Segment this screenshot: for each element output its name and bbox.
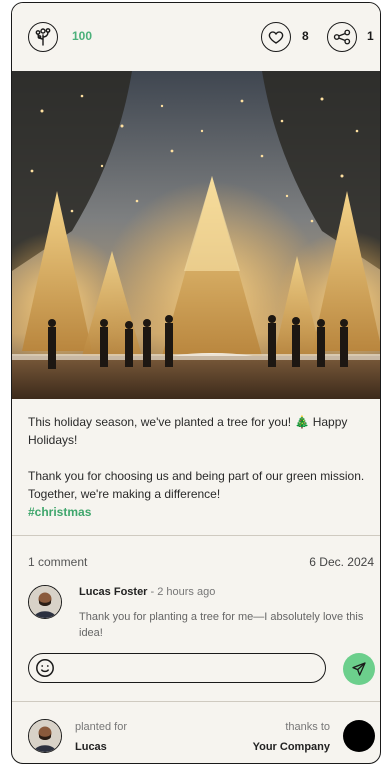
post-text-line1: This holiday season, we've planted a tre… (28, 415, 348, 447)
tree-icon (35, 28, 51, 46)
post-date: 6 Dec. 2024 (309, 555, 374, 569)
comment-author-line: Lucas Foster - 2 hours ago (79, 586, 215, 598)
avatar[interactable] (28, 585, 62, 619)
planted-for-name[interactable]: Lucas (75, 741, 107, 753)
company-logo[interactable] (343, 720, 375, 752)
trees-planted-count: 100 (72, 29, 93, 43)
thanks-to-label: thanks to (285, 721, 330, 733)
divider (12, 535, 380, 536)
share-count: 1 (367, 29, 374, 43)
post-card: 100 8 1 This holiday season, we've plant… (11, 2, 381, 764)
comment-text: Thank you for planting a tree for me—I a… (79, 611, 364, 639)
comment-count[interactable]: 1 comment (28, 555, 87, 569)
company-name[interactable]: Your Company (253, 741, 330, 753)
send-icon (352, 662, 366, 676)
comment-input[interactable] (28, 653, 326, 683)
hashtag-link[interactable]: #christmas (28, 503, 368, 521)
planted-for-label: planted for (75, 721, 127, 733)
post-header: 100 8 1 (12, 3, 380, 72)
post-caption: This holiday season, we've planted a tre… (28, 413, 368, 521)
post-image (12, 71, 380, 399)
like-count: 8 (302, 29, 309, 43)
share-button[interactable] (327, 22, 357, 52)
comment-time: - 2 hours ago (147, 586, 216, 598)
post-text-line2: Thank you for choosing us and being part… (28, 469, 365, 501)
avatar[interactable] (28, 719, 62, 753)
heart-icon (268, 31, 284, 44)
send-button[interactable] (343, 653, 375, 685)
tree-button[interactable] (28, 22, 58, 52)
like-button[interactable] (261, 22, 291, 52)
comment-author-name[interactable]: Lucas Foster (79, 586, 147, 598)
emoji-icon[interactable] (35, 658, 55, 678)
divider (12, 701, 380, 702)
share-icon (333, 29, 351, 45)
